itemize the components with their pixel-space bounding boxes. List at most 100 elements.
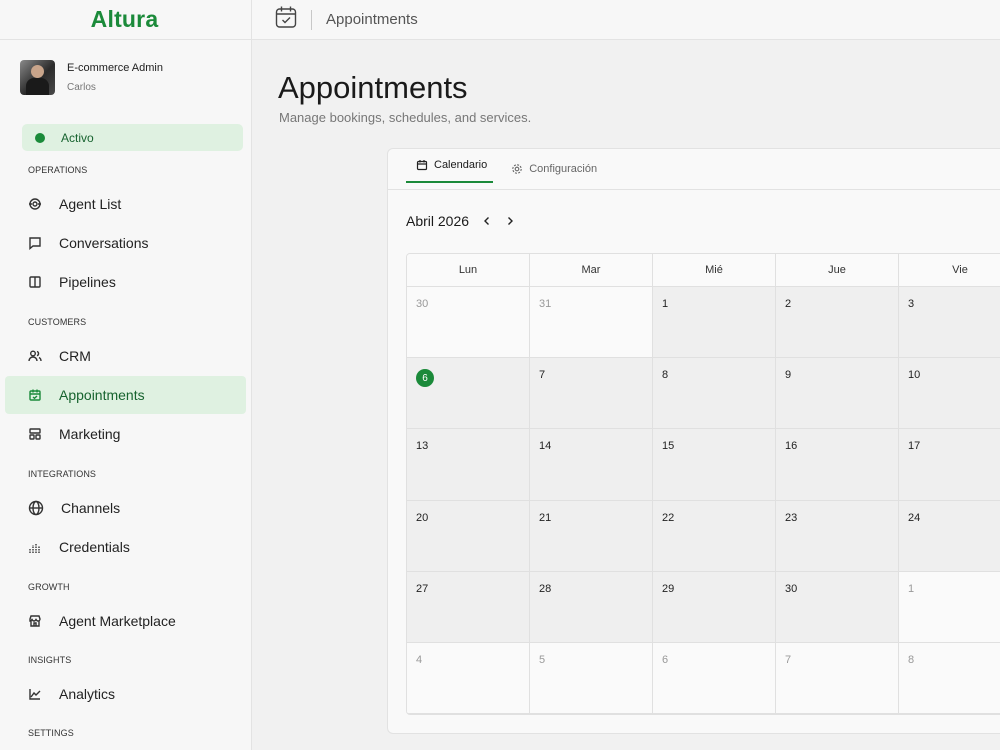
- calendar-day-cell[interactable]: 28: [530, 571, 653, 642]
- day-number: 8: [908, 653, 915, 666]
- calendar-day-cell[interactable]: 21: [530, 500, 653, 571]
- tab-configuracion[interactable]: Configuración: [501, 148, 607, 189]
- calendar-day-cell[interactable]: 14: [530, 429, 653, 500]
- weekday-label: Lun: [407, 254, 530, 286]
- calendar-day-cell[interactable]: 10: [899, 358, 1000, 429]
- sidebar-item-channels[interactable]: Channels: [5, 489, 246, 527]
- calendar-day-cell[interactable]: 5: [530, 642, 653, 714]
- calendar-day-cell[interactable]: 23: [776, 500, 899, 571]
- sidebar-item-label: Credentials: [59, 539, 130, 555]
- day-number: 9: [785, 369, 792, 382]
- month-label: Abril 2026: [406, 213, 470, 229]
- agent-icon: [28, 197, 42, 211]
- calendar-week-row: 6 7 8 9 10: [407, 358, 1000, 430]
- calendar-icon: [28, 388, 42, 402]
- calendar-day-cell[interactable]: 16: [776, 429, 899, 500]
- breadcrumb-divider: [311, 9, 312, 30]
- calendar-day-cell[interactable]: 27: [407, 571, 530, 642]
- calendar-day-cell[interactable]: 9: [776, 358, 899, 429]
- sidebar-item-credentials[interactable]: Credentials: [5, 528, 246, 566]
- sidebar-item-label: Appointments: [59, 387, 145, 403]
- globe-icon: [28, 500, 44, 516]
- day-number: 23: [785, 511, 798, 524]
- day-number: 2: [785, 298, 792, 310]
- sidebar: Altura E-commerce Admin Carlos Activo OP…: [0, 0, 252, 750]
- day-number: 5: [539, 653, 546, 666]
- users-icon: [28, 349, 42, 363]
- section-integrations: INTEGRATIONS: [28, 469, 97, 479]
- day-number: 4: [416, 653, 423, 666]
- profile[interactable]: E-commerce Admin Carlos: [0, 40, 251, 102]
- section-growth: GROWTH: [28, 582, 70, 592]
- bars-icon: [28, 540, 42, 554]
- calendar-day-cell[interactable]: 3: [899, 287, 1000, 358]
- calendar-day-cell[interactable]: 24: [899, 500, 1000, 571]
- sidebar-item-label: Pipelines: [59, 274, 116, 290]
- prev-month-button[interactable]: [481, 214, 493, 228]
- calendar-day-cell[interactable]: 7: [776, 642, 899, 714]
- weekday-label: Mié: [653, 254, 776, 286]
- calendar-day-cell[interactable]: 30: [776, 571, 899, 642]
- day-number: 14: [539, 440, 552, 453]
- calendar-day-cell[interactable]: 20: [407, 500, 530, 571]
- sidebar-item-conversations[interactable]: Conversations: [5, 224, 246, 262]
- logo[interactable]: Altura: [0, 0, 251, 40]
- day-number: 21: [539, 511, 552, 524]
- sidebar-item-label: Agent List: [59, 196, 122, 212]
- calendar-day-cell[interactable]: 6: [653, 642, 776, 714]
- calendar-weeks: 30 31 1 2 3 6 7 8 9 10 13 14 15 16 17 20 21 22 23 24 27 28 29 3…: [407, 287, 1000, 714]
- calendar-day-cell[interactable]: 7: [530, 358, 653, 429]
- calendar-day-cell[interactable]: 8: [899, 642, 1000, 714]
- calendar-week-row: 4 5 6 7 8: [407, 642, 1000, 714]
- sidebar-item-label: Channels: [61, 500, 121, 516]
- day-number: 16: [785, 440, 798, 453]
- calendar-day-cell[interactable]: 1: [899, 571, 1000, 642]
- day-number: 8: [662, 369, 669, 382]
- calendar-day-cell[interactable]: 2: [776, 287, 899, 358]
- day-number: 7: [539, 369, 546, 382]
- day-number: 27: [416, 582, 429, 595]
- chevron-right-icon: [508, 217, 514, 225]
- day-number: 30: [416, 298, 429, 310]
- calendar-day-cell[interactable]: 29: [653, 571, 776, 642]
- status-badge[interactable]: Activo: [22, 124, 243, 151]
- calendar-week-row: 27 28 29 30 1: [407, 571, 1000, 643]
- calendar-week-row: 20 21 22 23 24: [407, 500, 1000, 572]
- next-month-button[interactable]: [504, 214, 516, 228]
- sidebar-item-agent-list[interactable]: Agent List: [5, 185, 246, 223]
- calendar-day-cell[interactable]: 30: [407, 287, 530, 358]
- sidebar-item-pipelines[interactable]: Pipelines: [5, 263, 246, 301]
- section-customers: CUSTOMERS: [28, 317, 87, 327]
- sidebar-item-label: Marketing: [59, 426, 121, 442]
- day-number: 13: [416, 440, 429, 453]
- calendar-day-cell[interactable]: 8: [653, 358, 776, 429]
- day-number: 3: [908, 298, 915, 310]
- breadcrumb[interactable]: Appointments: [326, 11, 418, 28]
- appointments-card: Calendario Configuración Abril 2026 Lun …: [387, 148, 1000, 734]
- day-number: 10: [908, 369, 921, 382]
- sidebar-item-crm[interactable]: CRM: [5, 337, 246, 375]
- calendar-week-row: 13 14 15 16 17: [407, 429, 1000, 501]
- store-icon: [28, 614, 42, 628]
- sidebar-item-analytics[interactable]: Analytics: [5, 675, 246, 713]
- sidebar-item-label: Analytics: [59, 686, 116, 702]
- sidebar-item-agent-marketplace[interactable]: Agent Marketplace: [5, 602, 246, 640]
- weekday-label: Vie: [899, 254, 1000, 286]
- tab-bar: Calendario Configuración: [388, 149, 1000, 190]
- calendar-day-cell[interactable]: 31: [530, 287, 653, 358]
- calendar-day-cell[interactable]: 4: [407, 642, 530, 714]
- calendar-day-cell[interactable]: 22: [653, 500, 776, 571]
- calendar-day-cell[interactable]: 1: [653, 287, 776, 358]
- section-operations: OPERATIONS: [28, 165, 88, 175]
- calendar-day-cell[interactable]: 15: [653, 429, 776, 500]
- status-dot-icon: [35, 132, 45, 143]
- calendar-day-cell[interactable]: 13: [407, 429, 530, 500]
- sidebar-item-appointments[interactable]: Appointments: [5, 376, 246, 414]
- day-number: 20: [416, 511, 429, 524]
- sidebar-item-marketing[interactable]: Marketing: [5, 415, 246, 453]
- calendar-day-today[interactable]: 6: [407, 358, 530, 429]
- tab-calendario[interactable]: Calendario: [406, 148, 494, 183]
- calendar-day-cell[interactable]: 17: [899, 429, 1000, 500]
- sidebar-item-label: Conversations: [59, 235, 149, 251]
- day-number: 30: [785, 582, 798, 595]
